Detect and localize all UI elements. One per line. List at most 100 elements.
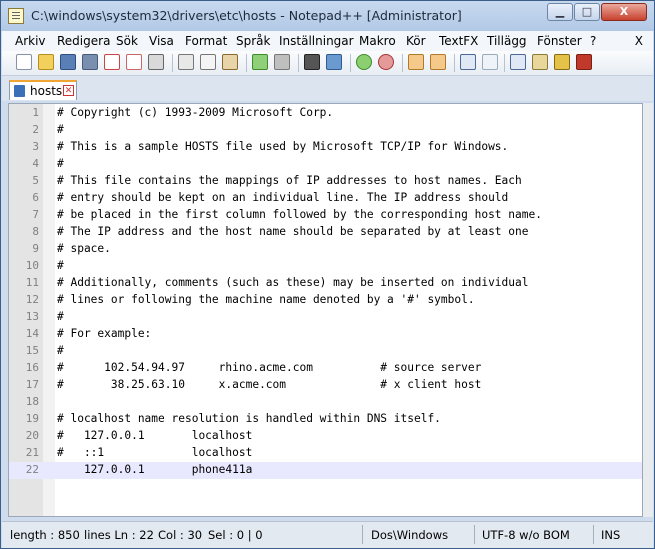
menu-makro[interactable]: Makro [359, 34, 396, 48]
menu-fonster[interactable]: Fönster [537, 34, 582, 48]
tab-close-icon[interactable]: ✕ [63, 85, 74, 96]
text-editor[interactable]: 1 # Copyright (c) 1993-2009 Microsoft Cor… [8, 103, 643, 517]
save-all-icon[interactable] [82, 54, 98, 70]
sync-horizontal-icon[interactable] [430, 54, 446, 70]
word-wrap-icon[interactable] [460, 54, 476, 70]
editor-line[interactable]: 1 # Copyright (c) 1993-2009 Microsoft Cor… [9, 105, 642, 122]
line-text: # [57, 157, 64, 170]
undo-icon[interactable] [252, 54, 268, 70]
editor-line[interactable]: 11 # Additionally, comments (such as thes… [9, 275, 642, 292]
title-bar[interactable]: C:\windows\system32\drivers\etc\hosts - … [1, 1, 654, 31]
menu-visa[interactable]: Visa [149, 34, 174, 48]
line-text: # ::1 localhost [57, 446, 253, 459]
zoom-out-icon[interactable] [378, 54, 394, 70]
minimize-button[interactable]: ▁ [547, 3, 573, 21]
line-number: 22 [25, 463, 39, 476]
editor-line[interactable]: 15 # [9, 343, 642, 360]
file-tab-icon [14, 85, 25, 97]
open-file-icon[interactable] [38, 54, 54, 70]
editor-line[interactable]: 22 127.0.0.1 phone411a [9, 462, 642, 479]
menu-help[interactable]: ? [590, 34, 596, 48]
window-title: C:\windows\system32\drivers\etc\hosts - … [31, 8, 462, 23]
line-number: 11 [25, 276, 39, 289]
editor-line[interactable]: 18 [9, 394, 642, 411]
print-icon[interactable] [148, 54, 164, 70]
paste-icon[interactable] [222, 54, 238, 70]
toolbar-separator [246, 54, 247, 72]
editor-line[interactable]: 6 # entry should be kept on an individual… [9, 190, 642, 207]
line-number: 3 [32, 140, 39, 153]
menu-textfx[interactable]: TextFX [439, 34, 478, 48]
editor-line[interactable]: 20 # 127.0.0.1 localhost [9, 428, 642, 445]
line-number: 8 [32, 225, 39, 238]
notepad-app-icon [8, 8, 24, 24]
macro-play-icon[interactable] [576, 54, 592, 70]
status-bar: length : 850 lines Ln : 22 Col : 30 Sel … [2, 521, 653, 548]
line-number: 4 [32, 157, 39, 170]
editor-line[interactable]: 8 # The IP address and the host name shou… [9, 224, 642, 241]
menu-tillagg[interactable]: Tillägg [487, 34, 527, 48]
status-selection: Sel : 0 | 0 [208, 528, 263, 542]
status-divider [362, 525, 363, 544]
line-text: # 127.0.0.1 localhost [57, 429, 253, 442]
line-number: 15 [25, 344, 39, 357]
replace-icon[interactable] [326, 54, 342, 70]
editor-line[interactable]: 21 # ::1 localhost [9, 445, 642, 462]
indent-guide-icon[interactable] [510, 54, 526, 70]
line-number: 19 [25, 412, 39, 425]
menu-kor[interactable]: Kör [406, 34, 426, 48]
menu-redigera[interactable]: Redigera [57, 34, 110, 48]
toolbar-separator [172, 54, 173, 72]
document-tab-bar: hosts ✕ [2, 76, 653, 101]
menu-arkiv[interactable]: Arkiv [15, 34, 46, 48]
save-icon[interactable] [60, 54, 76, 70]
editor-line[interactable]: 7 # be placed in the first column followe… [9, 207, 642, 224]
editor-line[interactable]: 13 # [9, 309, 642, 326]
editor-line[interactable]: 3 # This is a sample HOSTS file used by M… [9, 139, 642, 156]
line-text: # This file contains the mappings of IP … [57, 174, 522, 187]
status-eol-format: Dos\Windows [371, 528, 449, 542]
vertical-scrollbar[interactable] [643, 103, 653, 517]
editor-line[interactable]: 16 # 102.54.94.97 rhino.acme.com # source… [9, 360, 642, 377]
close-icon[interactable] [104, 54, 120, 70]
close-document-x[interactable]: X [635, 34, 643, 48]
editor-line[interactable]: 17 # 38.25.63.10 x.acme.com # x client ho… [9, 377, 642, 394]
copy-icon[interactable] [200, 54, 216, 70]
tab-hosts[interactable]: hosts ✕ [9, 80, 77, 100]
menu-format[interactable]: Format [185, 34, 227, 48]
close-window-button[interactable]: X [601, 3, 647, 21]
line-text: # entry should be kept on an individual … [57, 191, 509, 204]
toolbar-separator [298, 54, 299, 72]
editor-line[interactable]: 9 # space. [9, 241, 642, 258]
menu-sok[interactable]: Sök [116, 34, 138, 48]
new-file-icon[interactable] [16, 54, 32, 70]
maximize-button[interactable]: □ [574, 3, 600, 21]
status-encoding: UTF-8 w/o BOM [482, 528, 570, 542]
editor-line[interactable]: 10 # [9, 258, 642, 275]
status-divider [474, 525, 475, 544]
show-all-chars-icon[interactable] [482, 54, 498, 70]
line-text: # The IP address and the host name shoul… [57, 225, 529, 238]
menu-sprak[interactable]: Språk [236, 34, 270, 48]
line-text: # [57, 259, 64, 272]
find-icon[interactable] [304, 54, 320, 70]
cut-icon[interactable] [178, 54, 194, 70]
line-text: # space. [57, 242, 111, 255]
line-number: 21 [25, 446, 39, 459]
doc-map-icon[interactable] [532, 54, 548, 70]
editor-line[interactable]: 14 # For example: [9, 326, 642, 343]
line-number: 10 [25, 259, 39, 272]
editor-line[interactable]: 2 # [9, 122, 642, 139]
editor-line[interactable]: 4 # [9, 156, 642, 173]
editor-line[interactable]: 19 # localhost name resolution is handled… [9, 411, 642, 428]
line-text: # [57, 344, 64, 357]
zoom-in-icon[interactable] [356, 54, 372, 70]
editor-line[interactable]: 5 # This file contains the mappings of IP… [9, 173, 642, 190]
sync-vertical-icon[interactable] [408, 54, 424, 70]
menu-installningar[interactable]: Inställningar [279, 34, 354, 48]
macro-record-icon[interactable] [554, 54, 570, 70]
line-text: 127.0.0.1 phone411a [57, 463, 253, 476]
redo-icon[interactable] [274, 54, 290, 70]
close-all-icon[interactable] [126, 54, 142, 70]
editor-line[interactable]: 12 # lines or following the machine name … [9, 292, 642, 309]
